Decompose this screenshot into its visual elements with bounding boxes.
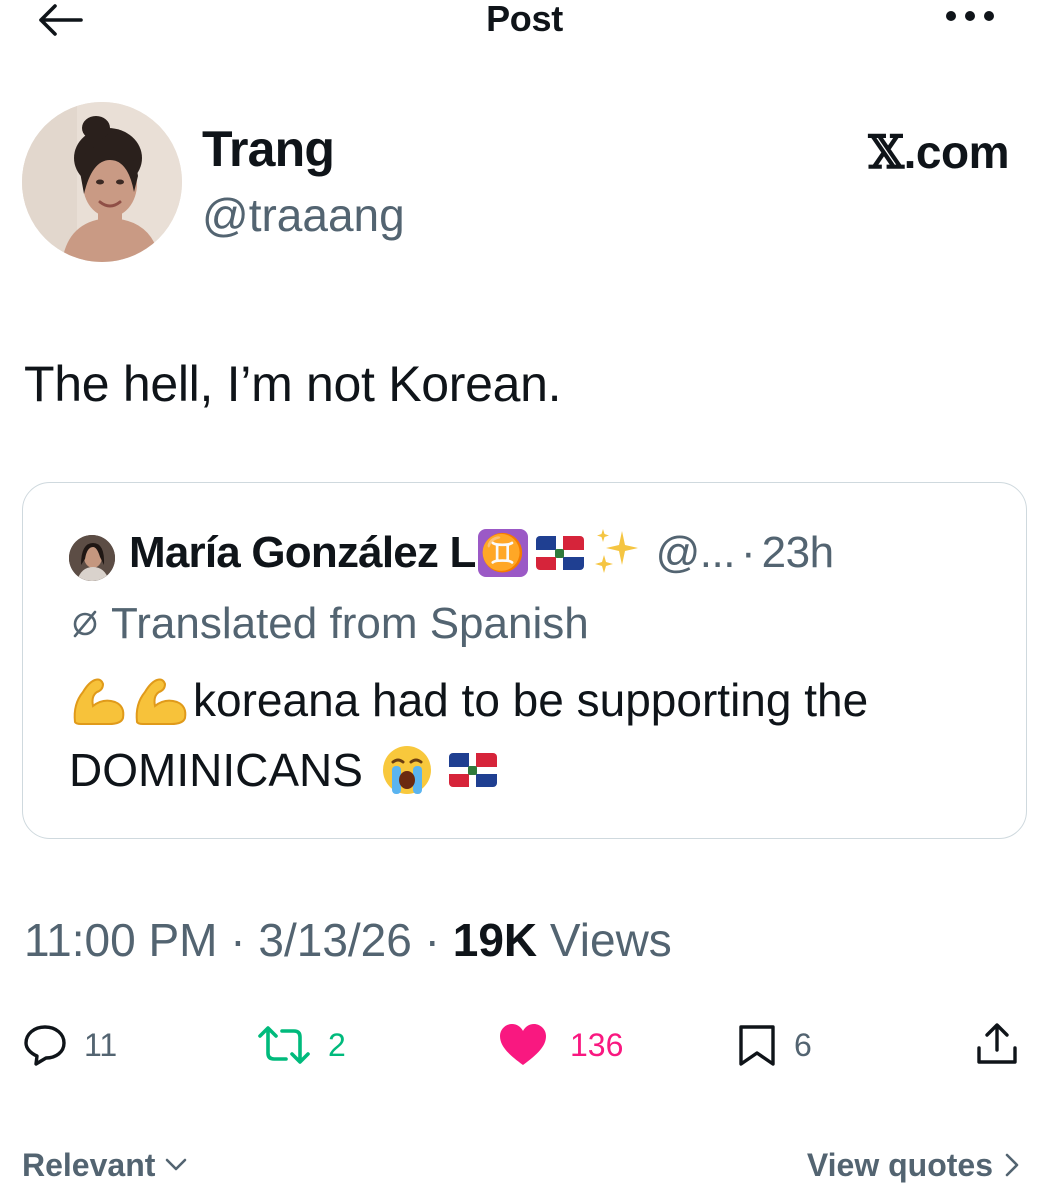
profile-photo	[22, 102, 182, 262]
post-metadata: 11:00 PM · 3/13/26 · 19K Views	[24, 910, 672, 970]
translate-icon	[73, 610, 97, 638]
post-date: 3/13/26	[258, 914, 412, 966]
quote-author-name[interactable]: María González L	[129, 528, 476, 578]
repost-icon	[258, 1026, 310, 1064]
sparkles-emoji	[594, 527, 640, 580]
views-count[interactable]: 19K	[453, 914, 537, 966]
quote-header: María González L ♊ @... · 23h	[129, 523, 834, 583]
quote-text-line: DOMINICANS	[69, 735, 1009, 805]
quote-author-handle[interactable]: @...	[656, 528, 736, 578]
quote-tweet-card[interactable]: María González L ♊ @... · 23h Translated…	[22, 482, 1027, 839]
share-icon	[977, 1023, 1017, 1064]
author-name[interactable]: Trang	[202, 118, 335, 180]
dominican-flag-emoji	[448, 753, 497, 787]
reply-icon	[24, 1025, 66, 1066]
view-quotes-label: View quotes	[806, 1146, 993, 1183]
view-quotes-link[interactable]: View quotes	[807, 1140, 1019, 1190]
quote-author-avatar[interactable]	[69, 535, 115, 581]
flexed-biceps-emoji	[69, 674, 127, 726]
quote-text-line: koreana had to be supporting the	[69, 665, 1009, 735]
separator-dot: ·	[740, 528, 756, 577]
quote-text: koreana had to be supporting the DOMINIC…	[69, 665, 1009, 805]
quote-text-line2: DOMINICANS	[69, 744, 363, 796]
watermark-text: .com	[903, 126, 1010, 178]
repost-button[interactable]: 2	[256, 1020, 346, 1070]
share-button[interactable]	[974, 1020, 1020, 1070]
gemini-sign-emoji: ♊	[477, 529, 528, 577]
more-options-button[interactable]	[942, 4, 998, 28]
bookmark-count: 6	[794, 1026, 812, 1063]
separator-dot: ·	[230, 914, 246, 966]
sort-label: Relevant	[22, 1146, 156, 1183]
x-logo-glyph: 𝕏	[868, 125, 904, 179]
reply-button[interactable]: 11	[22, 1020, 117, 1070]
bookmark-button[interactable]: 6	[736, 1020, 812, 1070]
dominican-flag-emoji	[535, 536, 584, 570]
top-bar: Post	[0, 0, 1049, 42]
quote-text-line1: koreana had to be supporting the	[193, 674, 869, 726]
loudly-crying-face-emoji	[381, 744, 433, 796]
bookmark-icon	[739, 1025, 775, 1066]
like-count: 136	[570, 1026, 624, 1063]
separator-dot: ·	[424, 914, 440, 966]
watermark: 𝕏.com	[868, 124, 1009, 180]
sort-replies-dropdown[interactable]: Relevant	[22, 1140, 187, 1190]
reply-count: 11	[84, 1026, 118, 1063]
flexed-biceps-emoji	[131, 674, 189, 726]
heart-icon	[500, 1024, 546, 1065]
chevron-right-icon	[1005, 1153, 1019, 1177]
author-handle[interactable]: @traaang	[202, 186, 405, 244]
tweet-text: The hell, I’m not Korean.	[24, 356, 562, 412]
views-label: Views	[549, 914, 672, 966]
chevron-down-icon	[166, 1158, 187, 1171]
translated-label[interactable]: Translated from Spanish	[69, 599, 589, 649]
page-title: Post	[486, 0, 563, 39]
more-horizontal-icon	[946, 11, 994, 21]
post-time: 11:00 PM	[24, 914, 218, 966]
quote-timestamp[interactable]: 23h	[762, 528, 834, 578]
author-avatar[interactable]	[22, 102, 182, 262]
translated-text: Translated from Spanish	[111, 599, 589, 648]
profile-photo	[69, 535, 115, 581]
like-button[interactable]: 136	[498, 1020, 623, 1070]
repost-count: 2	[328, 1026, 346, 1063]
